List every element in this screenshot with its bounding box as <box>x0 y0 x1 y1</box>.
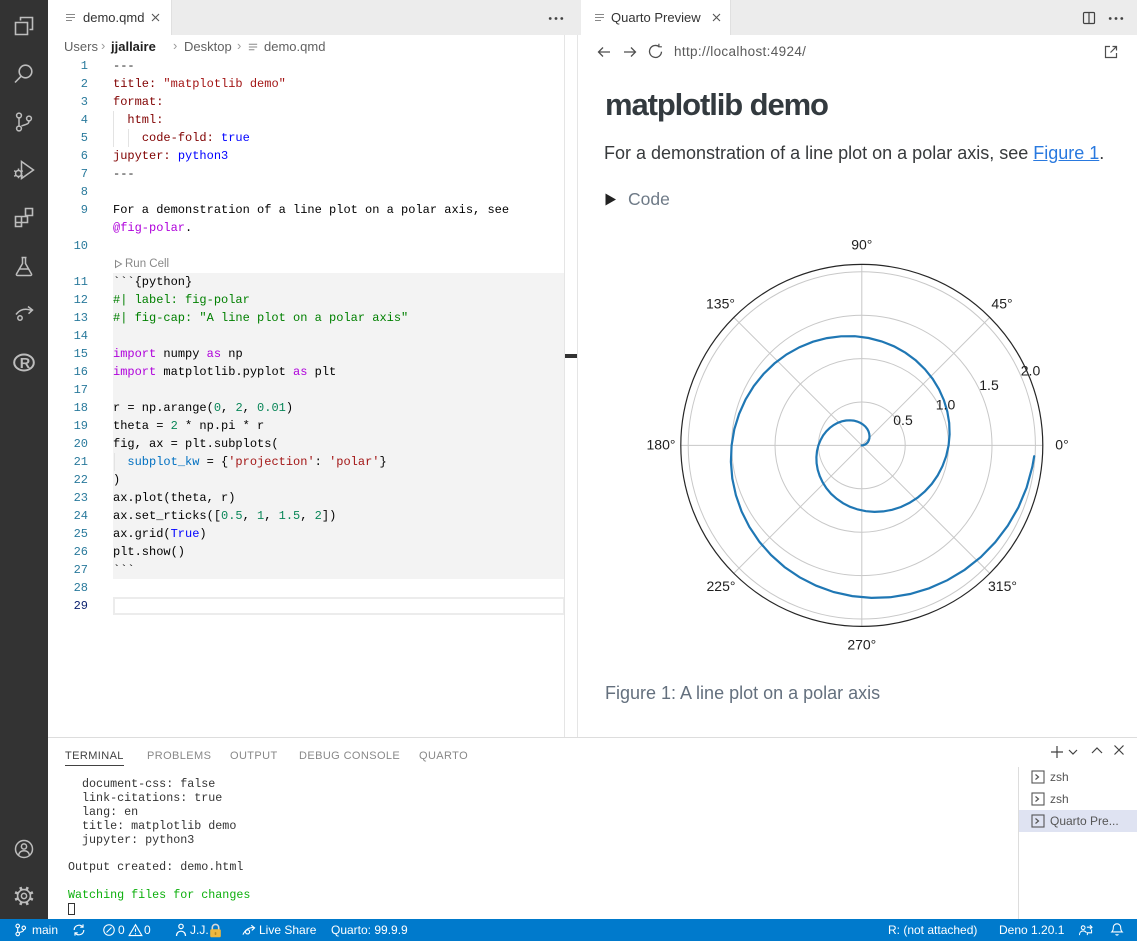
svg-text:225°: 225° <box>707 578 736 594</box>
svg-text:0.5: 0.5 <box>893 412 913 428</box>
svg-text:270°: 270° <box>847 637 876 653</box>
svg-text:90°: 90° <box>851 237 872 253</box>
svg-text:2.0: 2.0 <box>1021 363 1041 379</box>
svg-text:45°: 45° <box>991 295 1012 311</box>
svg-text:1.5: 1.5 <box>979 377 999 393</box>
svg-text:315°: 315° <box>988 578 1017 594</box>
svg-text:R: R <box>20 356 31 372</box>
svg-text:180°: 180° <box>647 437 676 453</box>
svg-text:1.0: 1.0 <box>936 396 956 412</box>
svg-text:135°: 135° <box>706 295 735 311</box>
svg-text:0°: 0° <box>1055 437 1068 453</box>
